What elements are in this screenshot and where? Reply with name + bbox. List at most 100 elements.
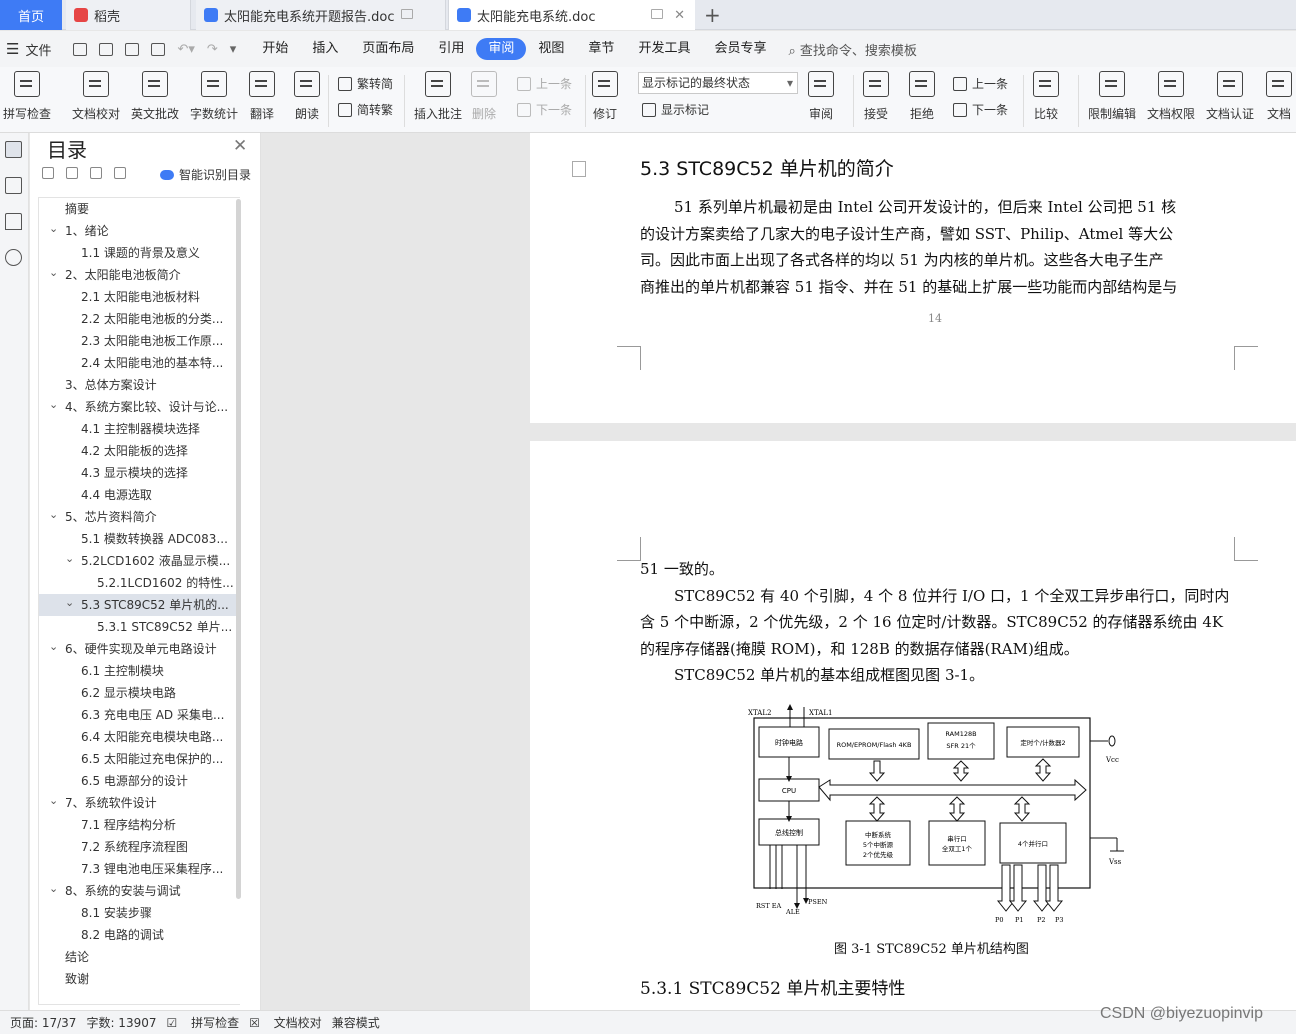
smart-toc-button[interactable]: 智能识别目录 <box>160 166 251 183</box>
accept-button[interactable]: 接受 <box>863 71 889 122</box>
menu-tab-6[interactable]: 章节 <box>576 38 626 60</box>
toc-item[interactable]: 6.4 太阳能充电模块电路... <box>39 726 237 748</box>
print-icon[interactable] <box>125 42 140 56</box>
reject-button[interactable]: 拒绝 <box>909 71 935 122</box>
toc-item[interactable]: 4.3 显示模块的选择 <box>39 462 237 484</box>
toc-item[interactable]: 结论 <box>39 946 237 968</box>
toc-item[interactable]: 4.1 主控制器模块选择 <box>39 418 237 440</box>
save-icon[interactable] <box>73 42 88 56</box>
markup-state-select[interactable]: 显示标记的最终状态 <box>638 72 798 94</box>
english-review-button[interactable]: 英文批改 <box>131 71 179 122</box>
toc-item[interactable]: 2.2 太阳能电池板的分类... <box>39 308 237 330</box>
print-preview-icon[interactable] <box>151 42 166 56</box>
close-icon[interactable]: ✕ <box>233 136 247 156</box>
toc-item[interactable]: 7.1 程序结构分析 <box>39 814 237 836</box>
next-change-button[interactable]: 下一条 <box>953 101 1008 118</box>
track-changes-button[interactable]: 修订 <box>592 71 618 122</box>
document-permission-button[interactable]: 文档权限 <box>1147 71 1195 122</box>
hamburger-icon[interactable]: ☰ <box>6 40 19 58</box>
toc-item[interactable]: 6.5 太阳能过充电保护的... <box>39 748 237 770</box>
chevron-down-icon[interactable]: ⌄ <box>49 220 59 240</box>
toc-item[interactable]: ⌄ 1、绪论 <box>39 220 237 242</box>
toc-item[interactable]: 8.1 安装步骤 <box>39 902 237 924</box>
chevron-down-icon[interactable]: ⌄ <box>65 550 75 570</box>
toc-item[interactable]: 6.3 充电电压 AD 采集电... <box>39 704 237 726</box>
toc-scrollbar[interactable] <box>236 199 241 899</box>
toc-icon[interactable] <box>5 141 22 158</box>
document-more-button[interactable]: 文档 <box>1266 71 1292 122</box>
toc-item[interactable]: 7.2 系统程序流程图 <box>39 836 237 858</box>
spell-check-status[interactable]: ☑ 拼写检查 <box>167 1014 240 1031</box>
menu-tab-8[interactable]: 会员专享 <box>702 38 778 60</box>
menu-file[interactable]: 文件 <box>25 40 51 59</box>
page-indicator[interactable]: 页面: 17/37 <box>10 1014 76 1031</box>
expand-icon[interactable] <box>90 167 102 179</box>
chevron-down-icon[interactable]: ⌄ <box>49 792 59 812</box>
redo-icon[interactable]: ↷ <box>207 42 218 57</box>
menu-tab-3[interactable]: 引用 <box>426 38 476 60</box>
search-icon[interactable] <box>5 249 22 266</box>
toc-item[interactable]: 6.5 电源部分的设计 <box>39 770 237 792</box>
chevron-down-icon[interactable]: ⌄ <box>49 880 59 900</box>
prev-change-button[interactable]: 上一条 <box>953 75 1008 92</box>
toc-item[interactable]: ⌄ 5、芯片资料简介 <box>39 506 237 528</box>
menu-tab-0[interactable]: 开始 <box>250 38 300 60</box>
translate-button[interactable]: 翻译 <box>249 71 275 122</box>
menu-tab-1[interactable]: 插入 <box>300 38 350 60</box>
toc-item[interactable]: 8.2 电路的调试 <box>39 924 237 946</box>
word-count-button[interactable]: 字数统计 <box>190 71 238 122</box>
toc-item[interactable]: 致谢 <box>39 968 237 990</box>
toc-item[interactable]: 3、总体方案设计 <box>39 374 237 396</box>
collapse-icon[interactable] <box>66 167 78 179</box>
trad-to-simp-button[interactable]: 繁转简 <box>338 75 393 92</box>
toc-item[interactable]: ⌄ 6、硬件实现及单元电路设计 <box>39 638 237 660</box>
toc-item[interactable]: ⌄ 5.3 STC89C52 单片机的... <box>39 594 237 616</box>
toc-item[interactable]: 摘要 <box>39 198 237 220</box>
paragraph-handle-icon[interactable] <box>572 161 586 177</box>
toc-item[interactable]: 7.3 锂电池电压采集程序... <box>39 858 237 880</box>
toc-item[interactable]: 2.4 太阳能电池的基本特... <box>39 352 237 374</box>
document-certify-button[interactable]: 文档认证 <box>1206 71 1254 122</box>
chevron-down-icon[interactable]: ▾ <box>230 42 237 57</box>
menu-tab-7[interactable]: 开发工具 <box>626 38 702 60</box>
remove-icon[interactable] <box>114 167 126 179</box>
proofread-status[interactable]: ☒ 文档校对 <box>249 1014 322 1031</box>
bookmark-icon[interactable] <box>5 213 22 230</box>
pin-icon[interactable] <box>401 9 413 19</box>
chevron-down-icon[interactable]: ⌄ <box>49 396 59 416</box>
toc-item[interactable]: ⌄ 5.2LCD1602 液晶显示模... <box>39 550 237 572</box>
menu-tab-4[interactable]: 审阅 <box>476 38 527 60</box>
word-count-indicator[interactable]: 字数: 13907 <box>86 1014 156 1031</box>
toc-item[interactable]: 6.1 主控制模块 <box>39 660 237 682</box>
proofread-button[interactable]: 文档校对 <box>72 71 120 122</box>
tab-active-doc[interactable]: 太阳能充电系统.doc ✕ <box>448 0 695 30</box>
spell-check-button[interactable]: 拼写检查 <box>3 71 51 122</box>
format-painter-icon[interactable] <box>99 42 114 56</box>
pin-icon[interactable] <box>651 9 663 19</box>
menu-tab-5[interactable]: 视图 <box>526 38 576 60</box>
close-icon[interactable]: ✕ <box>674 8 685 23</box>
toc-item[interactable]: 1.1 课题的背景及意义 <box>39 242 237 264</box>
tab-docer[interactable]: 稻壳 <box>66 0 191 30</box>
restrict-editing-button[interactable]: 限制编辑 <box>1088 71 1136 122</box>
next-comment-button[interactable]: 下一条 <box>517 101 572 118</box>
chevron-down-icon[interactable]: ⌄ <box>49 638 59 658</box>
collapse-all-icon[interactable] <box>42 167 54 179</box>
toc-item[interactable]: 4.4 电源选取 <box>39 484 237 506</box>
simp-to-trad-button[interactable]: 简转繁 <box>338 101 393 118</box>
compare-button[interactable]: 比较 <box>1033 71 1059 122</box>
toc-item[interactable]: 6.2 显示模块电路 <box>39 682 237 704</box>
toc-item[interactable]: ⌄ 7、系统软件设计 <box>39 792 237 814</box>
toc-item[interactable]: 5.2.1LCD1602 的特性... <box>39 572 237 594</box>
undo-icon[interactable]: ↶▾ <box>177 42 194 57</box>
menu-tab-2[interactable]: 页面布局 <box>350 38 426 60</box>
tab-home[interactable]: 首页 <box>0 0 62 30</box>
toc-item[interactable]: 2.1 太阳能电池板材料 <box>39 286 237 308</box>
toc-item[interactable]: ⌄ 4、系统方案比较、设计与论... <box>39 396 237 418</box>
chevron-down-icon[interactable]: ⌄ <box>65 594 75 614</box>
toc-item[interactable]: ⌄ 8、系统的安装与调试 <box>39 880 237 902</box>
command-search[interactable]: ⌕ 查找命令、搜索模板 <box>788 40 916 59</box>
add-tab-button[interactable]: + <box>704 3 721 27</box>
prev-comment-button[interactable]: 上一条 <box>517 75 572 92</box>
chevron-down-icon[interactable]: ⌄ <box>49 506 59 526</box>
